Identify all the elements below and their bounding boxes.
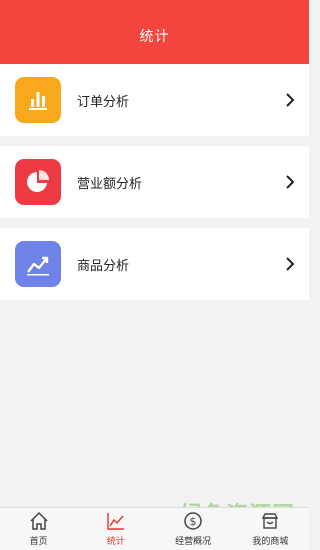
- stats-icon: [105, 510, 127, 532]
- tab-stats[interactable]: 统计: [77, 508, 154, 550]
- tab-home[interactable]: 首页: [0, 508, 77, 550]
- tab-label: 首页: [29, 537, 48, 547]
- tab-business-overview[interactable]: $ 经营概况: [155, 508, 232, 550]
- tab-label: 我的商城: [252, 537, 289, 547]
- shop-icon: [259, 510, 281, 532]
- chevron-right-icon: [281, 255, 299, 273]
- menu-item-label: 商品分析: [77, 258, 130, 274]
- bottom-tab-bar: 首页 统计 $ 经营概况 我的商城: [0, 507, 309, 550]
- tab-my-shop[interactable]: 我的商城: [232, 508, 309, 550]
- top-bar: 统计: [0, 0, 309, 64]
- tab-label: 统计: [106, 537, 125, 547]
- menu-item-label: 营业额分析: [77, 176, 143, 192]
- chevron-right-icon: [281, 173, 299, 191]
- menu-item-label: 订单分析: [77, 94, 130, 110]
- menu-item-revenue-analysis[interactable]: 营业额分析: [0, 146, 309, 218]
- line-chart-icon: [15, 241, 61, 287]
- menu-item-product-analysis[interactable]: 商品分析: [0, 228, 309, 300]
- bar-chart-icon: [15, 77, 61, 123]
- menu-item-order-analysis[interactable]: 订单分析: [0, 64, 309, 136]
- pie-chart-icon: [15, 159, 61, 205]
- tab-label: 经营概况: [175, 537, 212, 547]
- svg-text:$: $: [190, 515, 197, 528]
- dollar-circle-icon: $: [182, 510, 204, 532]
- page-title: 统计: [139, 29, 170, 45]
- chevron-right-icon: [281, 91, 299, 109]
- home-icon: [28, 510, 50, 532]
